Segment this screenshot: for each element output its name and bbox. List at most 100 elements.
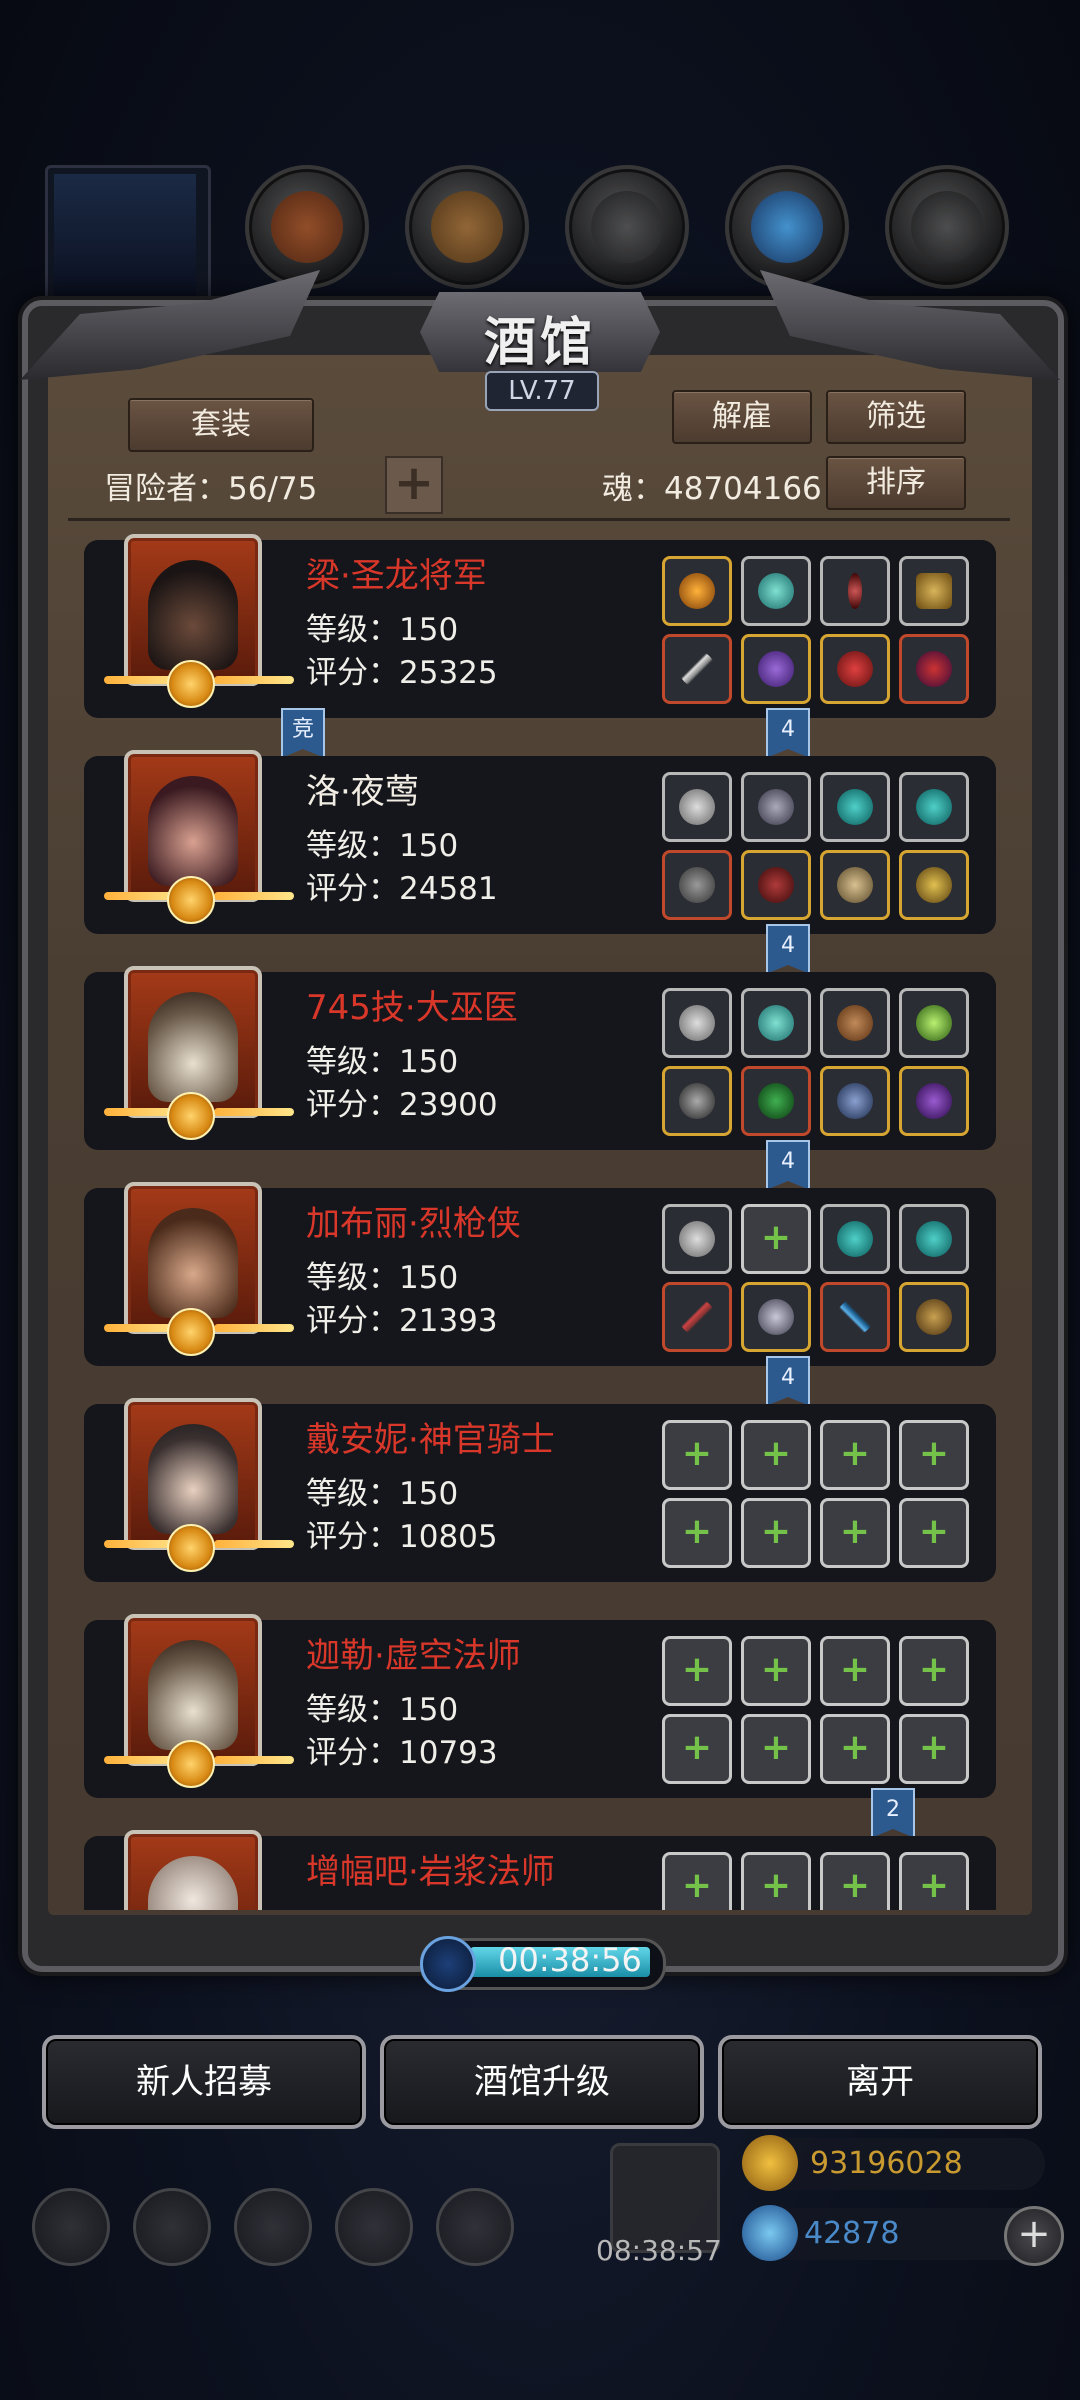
empty-equipment-slot[interactable]: + — [741, 1636, 811, 1706]
empty-equipment-slot[interactable]: + — [662, 1714, 732, 1784]
adventurer-row[interactable]: 迦勒·虚空法师 等级：150 评分：10793 + + + + + + + + — [84, 1614, 996, 1798]
empty-equipment-slot[interactable]: + — [899, 1636, 969, 1706]
empty-equipment-slot[interactable]: + — [820, 1714, 890, 1784]
tab-book[interactable] — [405, 165, 529, 289]
equipment-slot[interactable] — [820, 634, 890, 704]
filter-button[interactable]: 筛选 — [826, 390, 966, 444]
empty-equipment-slot[interactable]: + — [662, 1420, 732, 1490]
tab-crystal[interactable] — [725, 165, 849, 289]
empty-equipment-slot[interactable]: + — [662, 1852, 732, 1910]
equipment-slot[interactable] — [662, 988, 732, 1058]
empty-equipment-slot[interactable]: + — [899, 1498, 969, 1568]
equipment-slot[interactable] — [741, 556, 811, 626]
sort-button[interactable]: 排序 — [826, 456, 966, 510]
header-divider — [68, 518, 1010, 521]
equipment-slot[interactable] — [820, 1204, 890, 1274]
equipment-slot[interactable] — [899, 1066, 969, 1136]
add-equipment-icon: + — [839, 1649, 871, 1690]
upgrade-tavern-button[interactable]: 酒馆升级 — [380, 2035, 704, 2129]
equipment-slot[interactable] — [820, 850, 890, 920]
equipment-slot[interactable] — [662, 1204, 732, 1274]
equipment-slot[interactable] — [899, 988, 969, 1058]
equipment-slot[interactable] — [899, 1204, 969, 1274]
tab-scroll[interactable] — [565, 165, 689, 289]
count-tag: 2 — [871, 1788, 915, 1838]
equipment-slot[interactable] — [899, 772, 969, 842]
empty-equipment-slot[interactable]: + — [741, 1852, 811, 1910]
equipment-slot[interactable] — [741, 988, 811, 1058]
add-equipment-icon: + — [760, 1727, 792, 1768]
dismiss-button[interactable]: 解雇 — [672, 390, 812, 444]
equipment-slot[interactable] — [820, 988, 890, 1058]
equipment-slot[interactable] — [662, 772, 732, 842]
menu-star-icon[interactable] — [133, 2188, 211, 2266]
empty-equipment-slot[interactable]: + — [741, 1714, 811, 1784]
empty-equipment-slot[interactable]: + — [820, 1420, 890, 1490]
empty-equipment-slot[interactable]: + — [820, 1498, 890, 1568]
shield-icon — [271, 191, 343, 263]
add-equipment-icon: + — [760, 1217, 792, 1258]
tab-chest[interactable] — [885, 165, 1009, 289]
equipment-slot[interactable] — [741, 772, 811, 842]
armor-icon — [758, 1299, 794, 1335]
adventurer-list[interactable]: 梁·圣龙将军 等级：150 评分：25325 竞 4 洛·夜莺 等级：150 评… — [48, 525, 1032, 1910]
leave-button[interactable]: 离开 — [718, 2035, 1042, 2129]
equipment-slot[interactable] — [741, 1066, 811, 1136]
equipment-slot[interactable] — [662, 850, 732, 920]
equipment-slot[interactable] — [899, 556, 969, 626]
equipment-slot[interactable] — [899, 634, 969, 704]
equipment-slot[interactable] — [662, 1282, 732, 1352]
equipment-slot[interactable] — [820, 1282, 890, 1352]
equipment-slot[interactable] — [820, 556, 890, 626]
empty-equipment-slot[interactable]: + — [662, 1498, 732, 1568]
menu-mail-icon[interactable] — [335, 2188, 413, 2266]
empty-equipment-slot[interactable]: + — [820, 1636, 890, 1706]
adventurer-row[interactable]: 梁·圣龙将军 等级：150 评分：25325 — [84, 534, 996, 718]
add-equipment-icon: + — [918, 1865, 950, 1906]
empty-equipment-slot[interactable]: + — [662, 1636, 732, 1706]
tab-shield[interactable] — [245, 165, 369, 289]
empty-equipment-slot[interactable]: + — [741, 1420, 811, 1490]
tab-portrait[interactable] — [45, 165, 211, 311]
adventurer-row[interactable]: 加布丽·烈枪侠 等级：150 评分：21393 + — [84, 1182, 996, 1366]
empty-equipment-slot[interactable]: + — [741, 1498, 811, 1568]
armor-icon — [758, 867, 794, 903]
equipment-slot[interactable] — [741, 634, 811, 704]
add-equipment-icon: + — [839, 1727, 871, 1768]
equipment-slot[interactable] — [741, 1282, 811, 1352]
menu-grid-icon[interactable] — [234, 2188, 312, 2266]
equipment-slot[interactable] — [662, 1066, 732, 1136]
equipment-slot[interactable] — [662, 556, 732, 626]
empty-equipment-slot[interactable]: + — [741, 1204, 811, 1274]
adventurer-row[interactable]: 洛·夜莺 等级：150 评分：24581 — [84, 750, 996, 934]
adventurer-portrait — [124, 1830, 262, 1910]
equipment-slot[interactable] — [899, 850, 969, 920]
lantern-icon — [916, 1005, 952, 1041]
add-equipment-icon: + — [681, 1727, 713, 1768]
gift-timer: 08:38:57 — [596, 2234, 722, 2267]
adventurer-row[interactable]: 增幅吧·岩浆法师 + + + + — [84, 1830, 996, 1910]
adventurer-row[interactable]: 745技·大巫医 等级：150 评分：23900 — [84, 966, 996, 1150]
adventurer-level: 等级：150 — [306, 1260, 459, 1296]
set-button[interactable]: 套装 — [128, 398, 314, 452]
empty-equipment-slot[interactable]: + — [899, 1714, 969, 1784]
equipment-slot[interactable] — [820, 772, 890, 842]
flame-ring-icon — [679, 573, 715, 609]
menu-gear-icon[interactable] — [32, 2188, 110, 2266]
equipment-slot[interactable] — [662, 634, 732, 704]
empty-equipment-slot[interactable]: + — [899, 1852, 969, 1910]
teal-stone-icon — [916, 789, 952, 825]
teal-stone-icon — [837, 1221, 873, 1257]
empty-equipment-slot[interactable]: + — [820, 1852, 890, 1910]
recruit-button[interactable]: 新人招募 — [42, 2035, 366, 2129]
equipment-slot[interactable] — [741, 850, 811, 920]
expand-slots-button[interactable]: + — [385, 456, 443, 514]
adventurer-name: 迦勒·虚空法师 — [306, 1636, 521, 1676]
adventurer-row[interactable]: 戴安妮·神官骑士 等级：150 评分：10805 + + + + + + + + — [84, 1398, 996, 1582]
menu-cube-icon[interactable] — [436, 2188, 514, 2266]
add-equipment-icon: + — [760, 1433, 792, 1474]
add-currency-button[interactable]: + — [1004, 2206, 1064, 2266]
equipment-slot[interactable] — [899, 1282, 969, 1352]
equipment-slot[interactable] — [820, 1066, 890, 1136]
empty-equipment-slot[interactable]: + — [899, 1420, 969, 1490]
